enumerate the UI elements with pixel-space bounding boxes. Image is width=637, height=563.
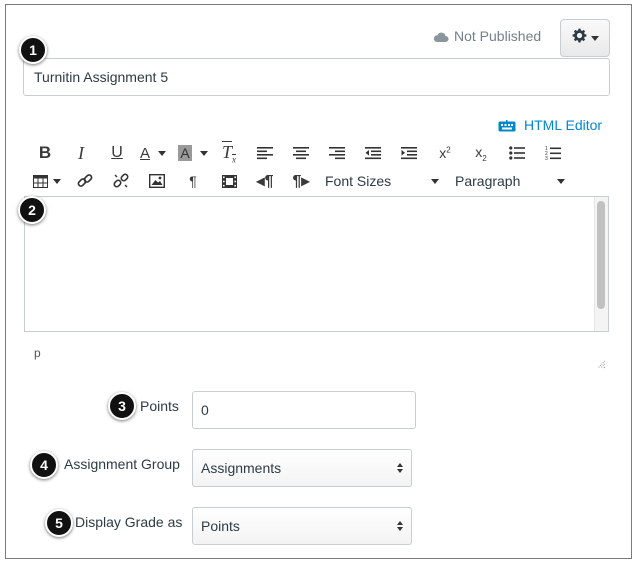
paragraph-mark-button[interactable]: ¶ — [175, 169, 211, 193]
link-icon — [77, 174, 93, 187]
assignment-group-select[interactable]: Assignments — [192, 449, 412, 487]
editor-scrollbar-thumb[interactable] — [597, 201, 605, 309]
italic-button[interactable]: I — [63, 141, 99, 165]
align-right-button[interactable] — [319, 141, 355, 165]
annotation-badge-4: 4 — [30, 451, 58, 479]
text-color-icon: A — [139, 144, 150, 162]
align-left-button[interactable] — [247, 141, 283, 165]
background-color-icon: A — [178, 145, 192, 161]
editor-element-path[interactable]: p — [34, 346, 41, 360]
outdent-button[interactable] — [355, 141, 391, 165]
caret-down-icon — [590, 35, 599, 41]
align-right-icon — [329, 147, 345, 160]
table-caret — [53, 178, 61, 184]
points-label: Points — [140, 398, 179, 414]
assignment-title-input[interactable]: Turnitin Assignment 5 — [23, 58, 610, 96]
image-icon — [149, 174, 165, 188]
editor-scrollbar-track[interactable] — [594, 197, 608, 331]
indent-button[interactable] — [391, 141, 427, 165]
align-center-button[interactable] — [283, 141, 319, 165]
background-color-caret — [199, 150, 208, 156]
numbered-list-icon: 123 — [545, 146, 561, 161]
display-grade-select[interactable]: Points — [192, 507, 412, 545]
background-color-button[interactable]: A — [175, 141, 211, 165]
annotation-badge-3: 3 — [108, 392, 136, 420]
subscript-icon: x2 — [475, 143, 487, 163]
rich-content-editor[interactable] — [24, 196, 609, 332]
subscript-button[interactable]: x2 — [463, 141, 499, 165]
select-arrows-icon — [397, 521, 403, 531]
text-color-button[interactable]: A — [135, 141, 171, 165]
bold-button[interactable]: B — [27, 141, 63, 165]
text-color-caret — [158, 150, 166, 156]
annotation-badge-2: 2 — [18, 196, 46, 224]
annotation-badge-1: 1 — [19, 36, 47, 64]
font-sizes-label: Font Sizes — [325, 173, 392, 189]
cloud-icon — [433, 30, 449, 42]
editor-toolbar-row-1: B I U A A Tx x2 x2 123 — [27, 141, 571, 165]
superscript-button[interactable]: x2 — [427, 141, 463, 165]
clear-formatting-button[interactable]: Tx — [211, 141, 247, 165]
align-left-icon — [257, 147, 273, 160]
font-sizes-caret — [431, 178, 439, 184]
paragraph-format-label: Paragraph — [455, 173, 521, 189]
table-icon — [33, 174, 48, 188]
keyboard-icon — [498, 119, 516, 132]
paragraph-format-dropdown[interactable]: Paragraph — [453, 169, 567, 193]
superscript-icon: x2 — [439, 145, 451, 161]
indent-icon — [401, 147, 417, 160]
align-center-icon — [293, 147, 309, 160]
html-editor-label: HTML Editor — [524, 117, 603, 133]
unlink-button[interactable] — [103, 169, 139, 193]
image-button[interactable] — [139, 169, 175, 193]
clear-formatting-icon: Tx — [221, 141, 236, 165]
unlink-icon — [113, 173, 129, 188]
assignment-group-value: Assignments — [201, 460, 282, 476]
media-button[interactable] — [211, 169, 247, 193]
ltr-button[interactable]: ◂¶ — [247, 169, 283, 193]
assignment-group-label: Assignment Group — [64, 456, 180, 472]
outdent-icon — [365, 147, 381, 160]
numbered-list-button[interactable]: 123 — [535, 141, 571, 165]
display-grade-value: Points — [201, 518, 240, 534]
paragraph-mark-icon: ¶ — [189, 173, 197, 189]
points-input[interactable]: 0 — [192, 391, 416, 429]
annotation-badge-5: 5 — [45, 509, 73, 537]
media-icon — [221, 174, 237, 188]
svg-text:3: 3 — [545, 156, 548, 161]
font-sizes-dropdown[interactable]: Font Sizes — [323, 169, 441, 193]
ltr-icon: ◂¶ — [256, 173, 274, 190]
table-button[interactable] — [27, 169, 67, 193]
bulleted-list-button[interactable] — [499, 141, 535, 165]
editor-resize-handle-icon[interactable] — [596, 356, 606, 369]
bulleted-list-icon — [509, 146, 525, 160]
select-arrows-icon — [397, 463, 403, 473]
publish-status: Not Published — [433, 28, 541, 44]
underline-button[interactable]: U — [99, 141, 135, 165]
publish-status-text: Not Published — [454, 28, 542, 44]
rtl-button[interactable]: ¶▸ — [283, 169, 319, 193]
rtl-icon: ¶▸ — [292, 173, 310, 190]
link-button[interactable] — [67, 169, 103, 193]
gear-icon — [572, 28, 587, 48]
editor-toolbar-row-2: ¶ ◂¶ ¶▸ Font Sizes Paragraph — [27, 169, 567, 193]
html-editor-link[interactable]: HTML Editor — [498, 117, 602, 133]
display-grade-label: Display Grade as — [75, 514, 183, 530]
settings-menu-button[interactable] — [560, 19, 610, 57]
paragraph-format-caret — [557, 178, 565, 184]
